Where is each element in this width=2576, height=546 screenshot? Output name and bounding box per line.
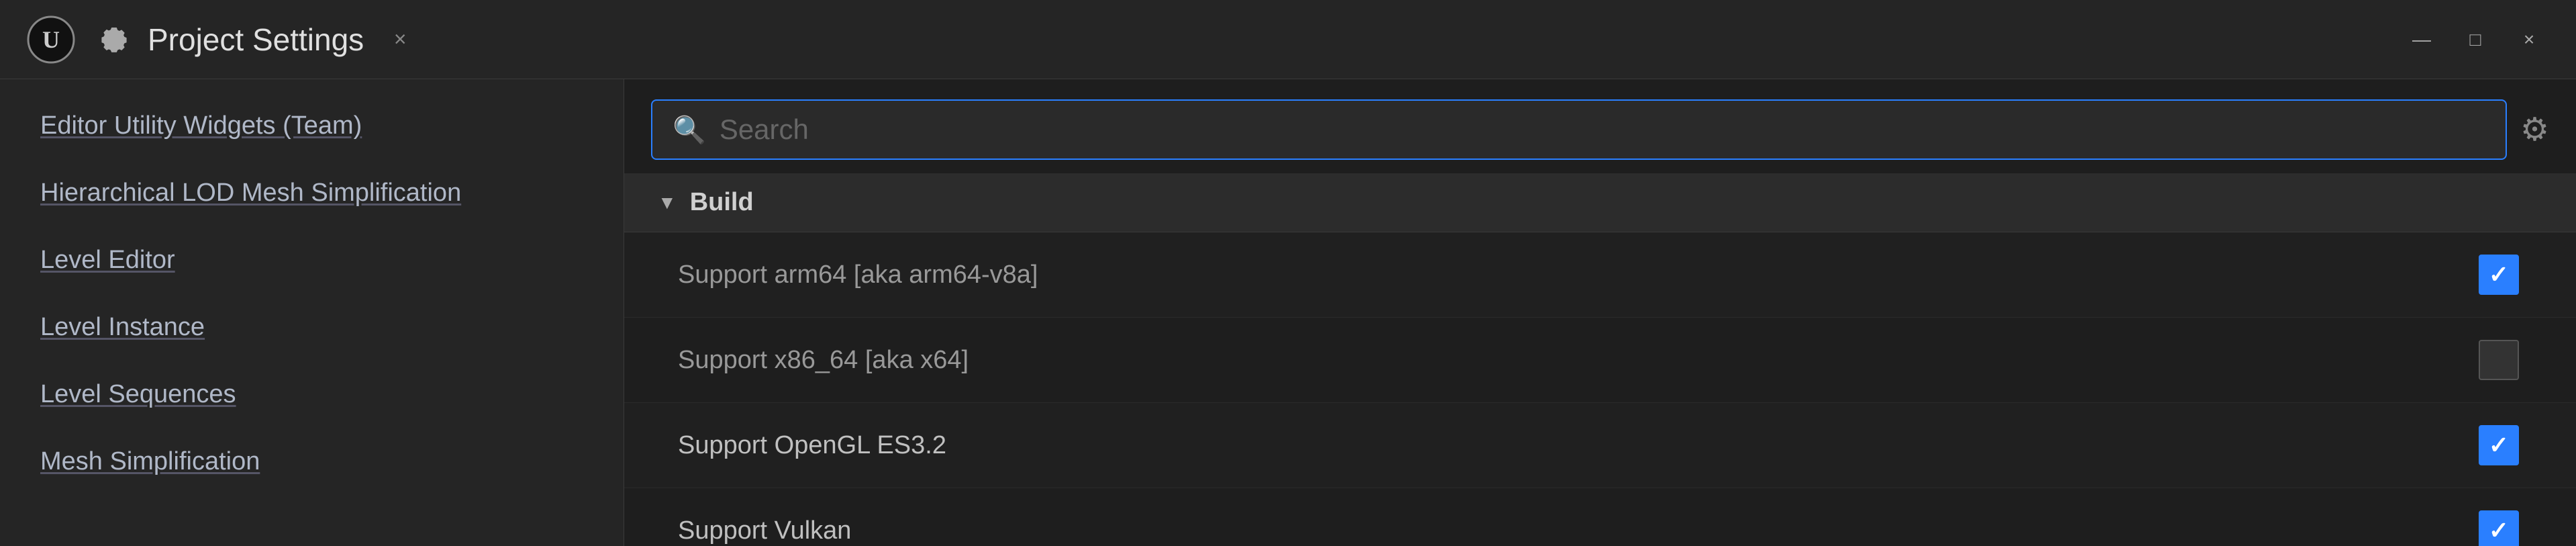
checkbox-x86[interactable] (2475, 336, 2522, 383)
checkbox-arm64[interactable] (2475, 251, 2522, 298)
project-settings-window: U Project Settings × — □ × Editor Utilit… (0, 0, 2576, 546)
settings-content: ▼ Build Support arm64 [aka arm64-v8a] Su… (624, 173, 2576, 546)
sidebar-item-mesh-simplification[interactable]: Mesh Simplification (0, 428, 624, 496)
title-bar: U Project Settings × — □ × (0, 0, 2576, 79)
settings-gear-icon (91, 19, 132, 60)
checkbox-checked-icon (2479, 255, 2519, 295)
main-panel: 🔍 ⚙ ▼ Build Support arm64 [aka arm64-v8a… (624, 79, 2576, 546)
title-bar-controls: — □ × (2401, 19, 2549, 60)
minimize-button[interactable]: — (2401, 19, 2442, 60)
checkbox-checked-icon (2479, 425, 2519, 465)
build-section-label: Build (690, 188, 754, 217)
search-icon: 🔍 (673, 114, 706, 146)
checkbox-unchecked-icon (2479, 340, 2519, 380)
sidebar-item-level-editor[interactable]: Level Editor (0, 227, 624, 294)
search-container: 🔍 (651, 99, 2507, 160)
sidebar: Editor Utility Widgets (Team) Hierarchic… (0, 79, 624, 546)
table-row: Support arm64 [aka arm64-v8a] (624, 232, 2576, 318)
build-section-header[interactable]: ▼ Build (624, 173, 2576, 232)
close-tab-button[interactable]: × (380, 19, 420, 60)
section-collapse-arrow-icon: ▼ (658, 192, 677, 214)
window-title: Project Settings (148, 21, 364, 58)
search-input[interactable] (720, 113, 2485, 146)
svg-text:U: U (42, 26, 60, 53)
setting-label: Support x86_64 [aka x64] (678, 346, 2475, 375)
sidebar-item-level-sequences[interactable]: Level Sequences (0, 361, 624, 428)
setting-label: Support Vulkan (678, 516, 2475, 545)
maximize-button[interactable]: □ (2455, 19, 2495, 60)
table-row: Support OpenGL ES3.2 (624, 403, 2576, 488)
table-row: Support Vulkan (624, 488, 2576, 546)
search-bar-row: 🔍 ⚙ (624, 79, 2576, 173)
title-bar-left: U Project Settings × (27, 15, 2401, 64)
sidebar-item-level-instance[interactable]: Level Instance (0, 294, 624, 361)
setting-label: Support arm64 [aka arm64-v8a] (678, 261, 2475, 289)
setting-label: Support OpenGL ES3.2 (678, 431, 2475, 460)
ue-logo-icon: U (27, 15, 75, 64)
table-row: Support x86_64 [aka x64] (624, 318, 2576, 403)
search-settings-gear-icon[interactable]: ⚙ (2520, 111, 2549, 148)
close-window-button[interactable]: × (2509, 19, 2549, 60)
sidebar-item-hierarchical-lod[interactable]: Hierarchical LOD Mesh Simplification (0, 160, 624, 227)
checkbox-vulkan[interactable] (2475, 507, 2522, 546)
content-area: Editor Utility Widgets (Team) Hierarchic… (0, 79, 2576, 546)
sidebar-item-editor-utility-widgets[interactable]: Editor Utility Widgets (Team) (0, 93, 624, 160)
checkbox-opengl[interactable] (2475, 422, 2522, 469)
checkbox-checked-icon (2479, 510, 2519, 546)
